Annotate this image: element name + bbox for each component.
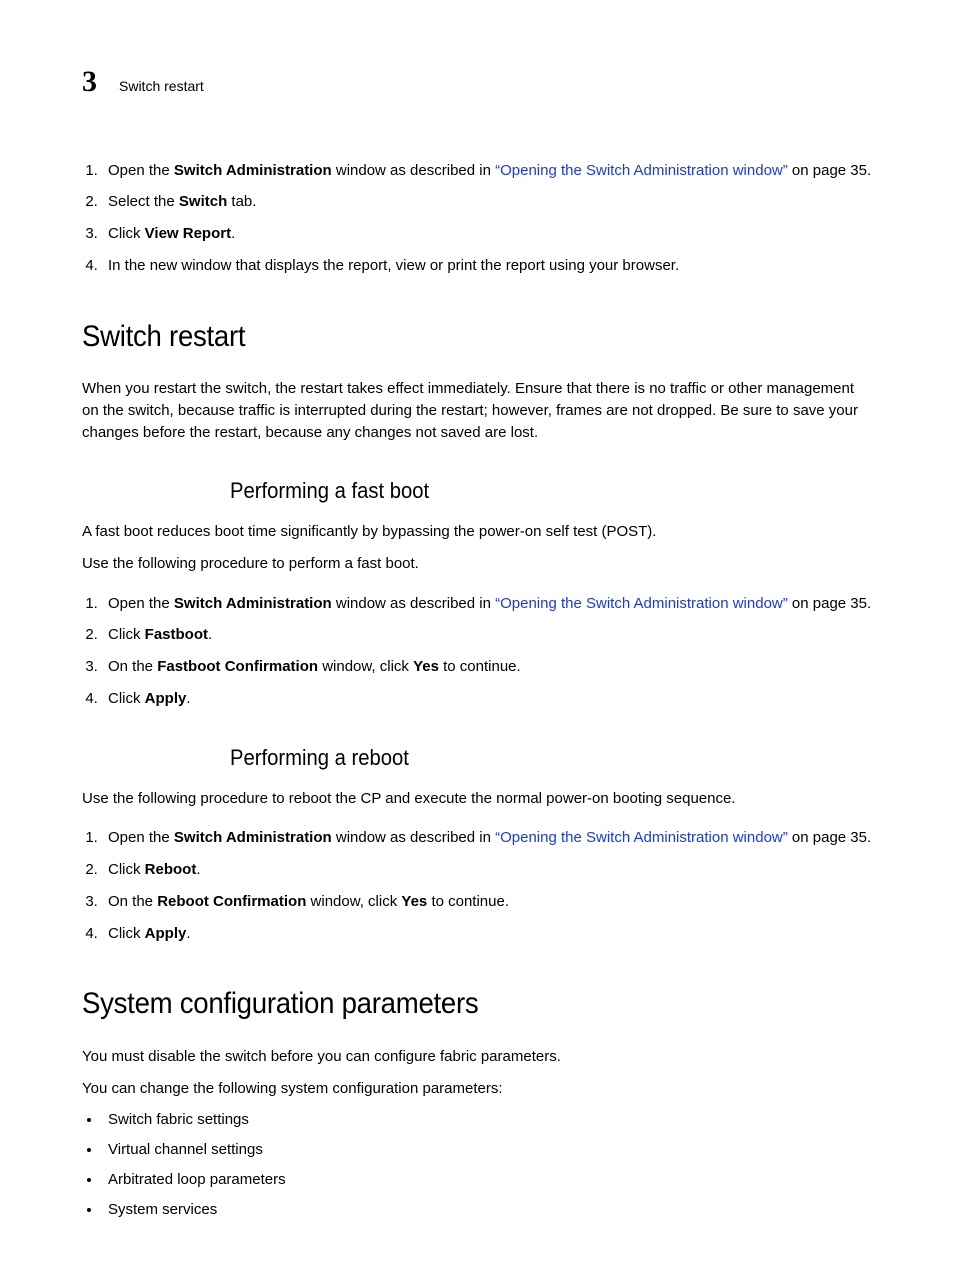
text: Click — [108, 626, 145, 643]
text: . — [186, 690, 190, 707]
text: window as described in — [332, 595, 495, 612]
step-2: Click Fastboot. — [102, 624, 872, 646]
xref-link[interactable]: “Opening the Switch Administration windo… — [495, 162, 788, 179]
step-3: On the Reboot Confirmation window, click… — [102, 891, 872, 913]
text: on page 35. — [788, 829, 871, 846]
bullet-2: Virtual channel settings — [102, 1139, 872, 1161]
text: tab. — [227, 193, 256, 210]
bold: Switch — [179, 193, 227, 210]
text: . — [186, 925, 190, 942]
text: Open the — [108, 162, 174, 179]
step-4: In the new window that displays the repo… — [102, 255, 872, 277]
bold: View Report — [145, 225, 231, 242]
heading-switch-restart: Switch restart — [82, 315, 809, 359]
running-title: Switch restart — [119, 76, 204, 96]
text: Click — [108, 925, 145, 942]
text: window as described in — [332, 829, 495, 846]
fastboot-steps: Open the Switch Administration window as… — [82, 593, 872, 710]
text: window as described in — [332, 162, 495, 179]
heading-fast-boot: Performing a fast boot — [230, 475, 821, 507]
step-2: Click Reboot. — [102, 859, 872, 881]
text: In the new window that displays the repo… — [108, 257, 679, 274]
text: . — [208, 626, 212, 643]
paragraph: When you restart the switch, the restart… — [82, 378, 872, 443]
bold: Switch Administration — [174, 595, 332, 612]
step-1: Open the Switch Administration window as… — [102, 593, 872, 615]
bold: Yes — [401, 893, 427, 910]
text: on page 35. — [788, 595, 871, 612]
paragraph: Use the following procedure to perform a… — [82, 553, 872, 575]
sysconfig-bullets: Switch fabric settings Virtual channel s… — [82, 1109, 872, 1220]
text: Open the — [108, 595, 174, 612]
heading-reboot: Performing a reboot — [230, 742, 821, 774]
bullet-4: System services — [102, 1199, 872, 1221]
bold: Reboot Confirmation — [157, 893, 306, 910]
text: Open the — [108, 829, 174, 846]
chapter-number: 3 — [82, 60, 97, 104]
bold: Fastboot Confirmation — [157, 658, 318, 675]
running-header: 3 Switch restart — [82, 60, 872, 104]
text: window, click — [318, 658, 413, 675]
xref-link[interactable]: “Opening the Switch Administration windo… — [495, 595, 788, 612]
bold: Apply — [145, 690, 187, 707]
page: 3 Switch restart Open the Switch Adminis… — [0, 0, 954, 1288]
paragraph: You can change the following system conf… — [82, 1078, 872, 1100]
text: on page 35. — [788, 162, 871, 179]
text: Click — [108, 225, 145, 242]
step-4: Click Apply. — [102, 923, 872, 945]
text: to continue. — [439, 658, 521, 675]
bold: Fastboot — [145, 626, 208, 643]
reboot-steps: Open the Switch Administration window as… — [82, 827, 872, 944]
intro-steps: Open the Switch Administration window as… — [82, 160, 872, 277]
step-2: Select the Switch tab. — [102, 191, 872, 213]
text: Click — [108, 690, 145, 707]
paragraph: A fast boot reduces boot time significan… — [82, 521, 872, 543]
text: Click — [108, 861, 145, 878]
bold: Switch Administration — [174, 829, 332, 846]
text: On the — [108, 658, 157, 675]
text: On the — [108, 893, 157, 910]
bullet-1: Switch fabric settings — [102, 1109, 872, 1131]
text: Select the — [108, 193, 179, 210]
step-1: Open the Switch Administration window as… — [102, 827, 872, 849]
text: . — [231, 225, 235, 242]
text: window, click — [306, 893, 401, 910]
step-1: Open the Switch Administration window as… — [102, 160, 872, 182]
bold: Yes — [413, 658, 439, 675]
paragraph: You must disable the switch before you c… — [82, 1046, 872, 1068]
heading-sysconfig: System configuration parameters — [82, 982, 809, 1026]
step-3: On the Fastboot Confirmation window, cli… — [102, 656, 872, 678]
step-3: Click View Report. — [102, 223, 872, 245]
bold: Apply — [145, 925, 187, 942]
step-4: Click Apply. — [102, 688, 872, 710]
bold: Switch Administration — [174, 162, 332, 179]
xref-link[interactable]: “Opening the Switch Administration windo… — [495, 829, 788, 846]
paragraph: Use the following procedure to reboot th… — [82, 788, 872, 810]
text: to continue. — [427, 893, 509, 910]
bullet-3: Arbitrated loop parameters — [102, 1169, 872, 1191]
text: . — [196, 861, 200, 878]
bold: Reboot — [145, 861, 197, 878]
